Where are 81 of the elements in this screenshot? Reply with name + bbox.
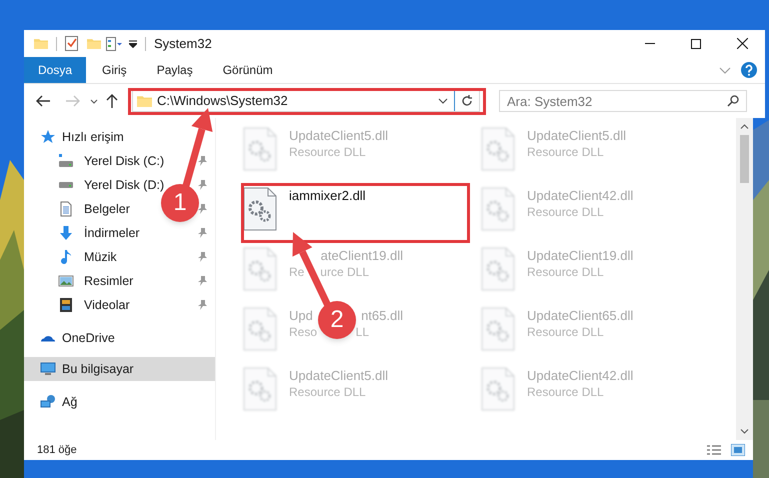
film-icon (58, 297, 74, 313)
minimize-icon (645, 43, 655, 44)
refresh-icon[interactable] (461, 95, 473, 107)
address-field[interactable]: C:\Windows\System32 (132, 90, 480, 112)
folder-icon (34, 38, 48, 50)
file-type: Resource DLL (289, 144, 367, 160)
search-icon[interactable] (727, 95, 739, 107)
file-icon[interactable] (243, 187, 277, 231)
file-name: UpdateClient65.dll (527, 308, 634, 324)
star-icon (40, 129, 56, 145)
scrollbar[interactable] (736, 118, 753, 440)
file-type: Resource DLL (527, 204, 605, 220)
file-name: UpdateClient5.dll (289, 128, 388, 144)
chevron-down-icon[interactable] (438, 98, 448, 104)
file-name: nt65.dll (361, 308, 403, 324)
document-icon (58, 201, 74, 217)
file-name: iammixer2.dll (289, 188, 366, 204)
window-title: System32 (154, 34, 212, 53)
cloud-icon (40, 334, 56, 342)
sidebar-item[interactable]: Belgeler (58, 200, 130, 218)
pin-icon[interactable] (198, 276, 207, 286)
download-icon (58, 225, 74, 241)
details-view-icon[interactable] (707, 444, 721, 456)
ribbon-tab[interactable]: Dosya (24, 57, 86, 83)
pin-icon[interactable] (198, 156, 207, 166)
file-name: ateClient19.dll (320, 248, 403, 264)
checklist-icon[interactable] (65, 36, 78, 51)
file-type: Resource DLL (527, 264, 605, 280)
chevron-down-icon[interactable] (90, 98, 98, 104)
sidebar-item[interactable]: Ağ (40, 392, 78, 412)
new-folder-icon (87, 38, 101, 50)
drive-icon (58, 181, 74, 189)
pin-icon[interactable] (198, 204, 207, 214)
file-name: UpdateClient5.dll (289, 368, 388, 384)
network-icon (40, 394, 56, 410)
sidebar-item[interactable]: Resimler (58, 272, 134, 290)
ribbon-tab[interactable]: Giriş (88, 57, 141, 83)
sidebar-item[interactable]: Hızlı erişim (40, 128, 124, 146)
folder-icon (137, 94, 152, 108)
sidebar-item[interactable]: İndirmeler (58, 224, 140, 242)
pin-icon[interactable] (198, 180, 207, 190)
item-count: 181 öğe (37, 442, 78, 458)
search-field[interactable]: Ara: System32 (499, 90, 747, 112)
back-arrow-icon[interactable] (36, 95, 50, 107)
file-name: UpdateClient42.dll (527, 368, 634, 384)
maximize-icon (691, 38, 701, 48)
scrollbar-thumb[interactable] (740, 135, 749, 183)
sidebar-item[interactable]: OneDrive (40, 328, 115, 348)
ribbon-tab[interactable]: Görünüm (208, 57, 287, 83)
dropdown-icon[interactable] (129, 40, 137, 48)
close-icon (736, 38, 748, 49)
pin-icon[interactable] (198, 252, 207, 262)
pin-icon[interactable] (198, 228, 207, 238)
help-icon[interactable] (741, 62, 757, 78)
file-type: Re (289, 264, 304, 280)
sidebar-item[interactable]: Yerel Disk (C:) (58, 152, 164, 170)
music-note-icon (58, 249, 74, 265)
file-type: urce DLL (320, 264, 369, 280)
monitor-icon (40, 361, 56, 377)
file-name: UpdateClient42.dll (527, 188, 634, 204)
file-name: UpdateClient19.dll (527, 248, 634, 264)
ribbon-tab[interactable]: Paylaş (142, 57, 207, 83)
drive-icon (58, 153, 74, 169)
sidebar-item[interactable]: Videolar (58, 296, 130, 314)
file-type: Resource DLL (527, 384, 605, 400)
sidebar-item[interactable]: Bu bilgisayar (24, 357, 215, 381)
file-type: Resource DLL (527, 324, 605, 340)
scroll-up-icon[interactable] (740, 124, 749, 129)
up-arrow-icon[interactable] (106, 94, 118, 108)
file-name: UpdateClient5.dll (527, 128, 626, 144)
file-type: Resource DLL (289, 384, 367, 400)
file-type: Resource DLL (527, 144, 605, 160)
sidebar-item[interactable]: Müzik (58, 248, 117, 266)
properties-icon[interactable] (106, 36, 122, 50)
pin-icon[interactable] (198, 300, 207, 310)
file-name: Upd (289, 308, 313, 324)
large-icons-view-icon[interactable] (731, 444, 745, 456)
file-type: LL (356, 324, 369, 340)
picture-icon (58, 273, 74, 289)
file-type: Reso (289, 324, 318, 340)
scroll-down-icon[interactable] (740, 429, 749, 434)
